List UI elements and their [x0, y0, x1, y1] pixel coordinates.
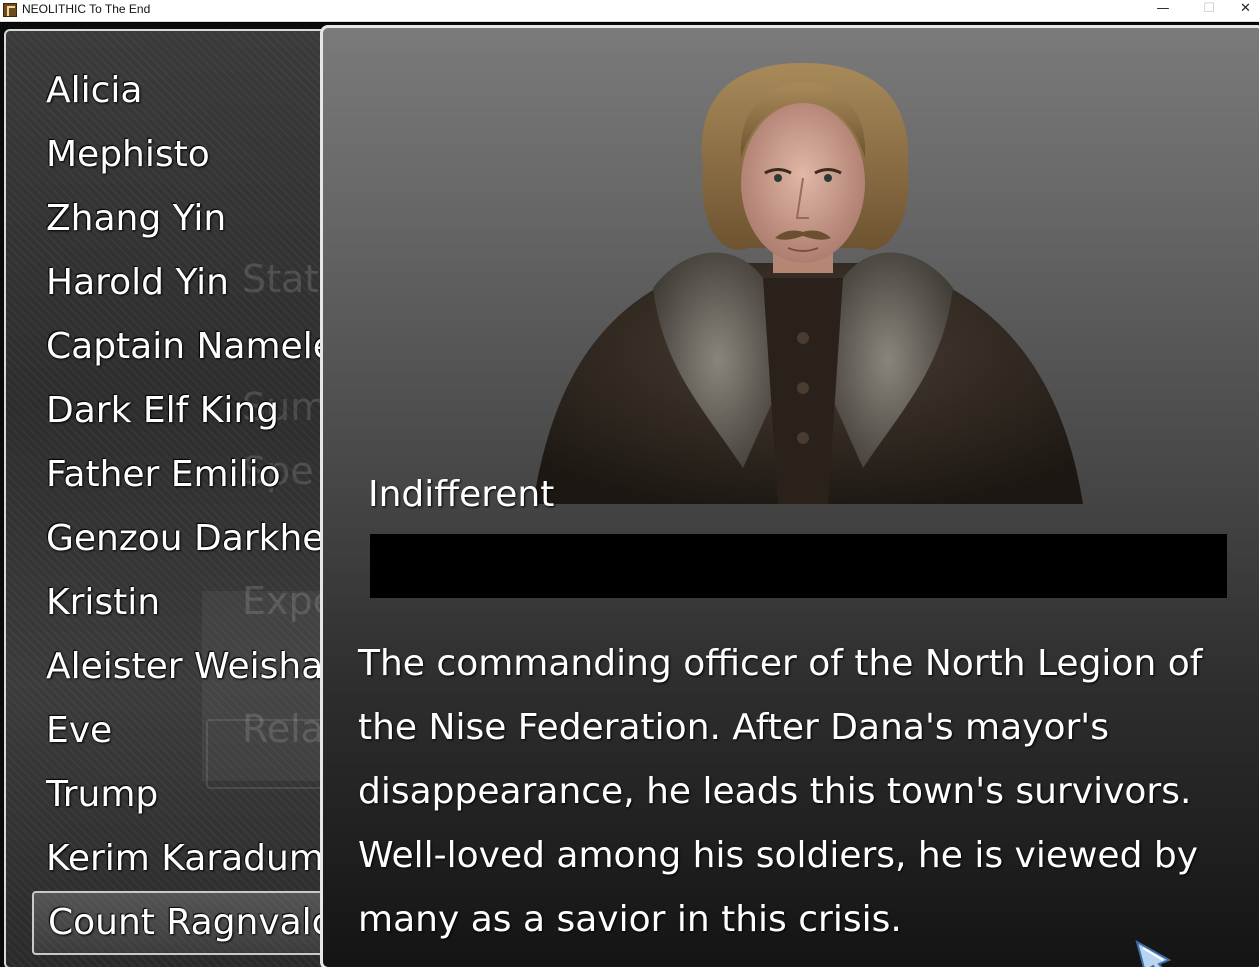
- pointer-cursor-icon: [1135, 939, 1172, 967]
- character-list-item[interactable]: Harold Yin: [46, 257, 332, 309]
- relationship-status-label: Indifferent: [368, 474, 555, 515]
- character-list-window: Stat Sum Spe Expe Rela Alicia Mephisto Zha…: [4, 29, 334, 967]
- description-line: the Nise Federation. After Dana's mayor'…: [358, 707, 1109, 748]
- character-list-item[interactable]: Trump: [46, 769, 332, 821]
- app-icon: [3, 3, 17, 17]
- description-line: many as a savior in this crisis.: [358, 899, 902, 940]
- character-list-item[interactable]: Genzou Darkhe: [46, 513, 332, 565]
- description-line: disappearance, he leads this town's surv…: [358, 771, 1192, 812]
- character-list-item[interactable]: Kristin: [46, 577, 332, 629]
- character-list-item[interactable]: Zhang Yin: [46, 193, 332, 245]
- description-line: The commanding officer of the North Legi…: [358, 643, 1203, 684]
- maximize-button[interactable]: ☐: [1186, 0, 1232, 22]
- character-detail-window: Indifferent The commanding officer of th…: [320, 25, 1259, 967]
- character-list-item[interactable]: Kerim Karadum: [46, 833, 332, 885]
- character-list-item[interactable]: Count Ragnvalc: [32, 891, 332, 955]
- title-bar: NEOLITHIC To The End — ☐ ✕: [0, 0, 1259, 22]
- character-list-item[interactable]: Aleister Weisha: [46, 641, 332, 693]
- window-title: NEOLITHIC To The End: [22, 2, 151, 16]
- character-portrait: [533, 63, 1083, 504]
- affinity-bar: [370, 534, 1227, 598]
- character-list-item[interactable]: Captain Namele: [46, 321, 332, 373]
- character-list-item[interactable]: Eve: [46, 705, 332, 757]
- character-list-item[interactable]: Alicia: [46, 65, 332, 117]
- game-screen: Stat Sum Spe Expe Rela Alicia Mephisto Zha…: [0, 23, 1259, 967]
- description-line: Well-loved among his soldiers, he is vie…: [358, 835, 1199, 876]
- character-list-item[interactable]: Father Emilio: [46, 449, 332, 501]
- character-list-item[interactable]: Mephisto: [46, 129, 332, 181]
- character-description: The commanding officer of the North Legi…: [358, 632, 1238, 952]
- close-button[interactable]: ✕: [1232, 0, 1259, 22]
- character-list-item[interactable]: Dark Elf King: [46, 385, 332, 437]
- minimize-button[interactable]: —: [1140, 0, 1186, 22]
